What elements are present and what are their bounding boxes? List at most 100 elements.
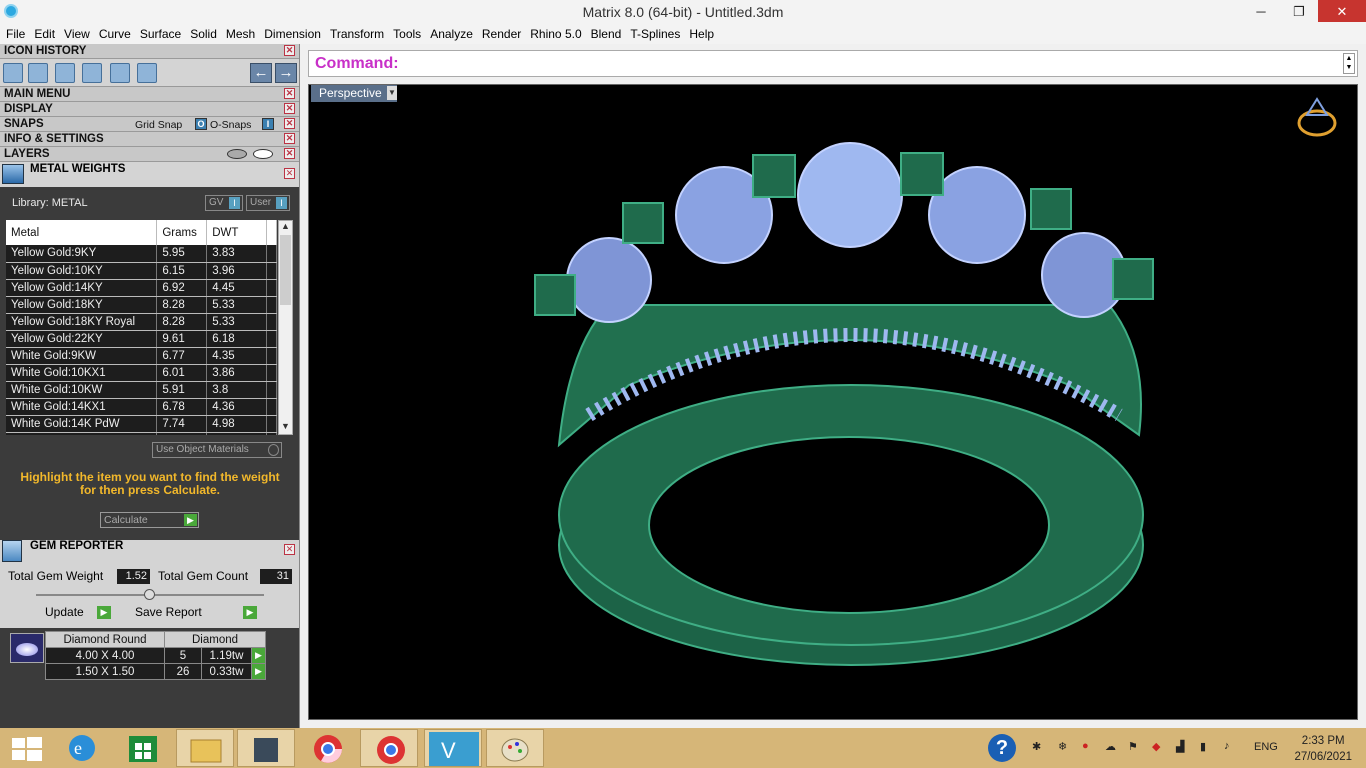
table-row[interactable]: Yellow Gold:22KY 9.61 6.18 (6, 330, 277, 348)
o-snaps-toggle[interactable]: I (262, 118, 274, 130)
close-icon[interactable]: ✕ (284, 118, 295, 129)
table-row[interactable]: White Gold:9KW 6.77 4.35 (6, 347, 277, 365)
help-icon[interactable]: ? (988, 734, 1016, 762)
table-row[interactable]: White Gold:14K PdW 7.74 4.98 (6, 415, 277, 433)
menu-help[interactable]: Help (685, 27, 718, 41)
signal-icon[interactable]: ▟ (1176, 740, 1184, 753)
calculate-button[interactable]: Calculate ▶ (100, 512, 199, 528)
info-settings-header[interactable]: INFO & SETTINGS ✕ (0, 132, 299, 147)
gv-toggle[interactable]: GV I (205, 195, 243, 211)
main-menu-header[interactable]: MAIN MENU ✕ (0, 87, 299, 102)
eye-icon[interactable] (253, 149, 273, 159)
menu-dimension[interactable]: Dimension (260, 27, 325, 41)
table-row[interactable]: Yellow Gold:14KY 6.92 4.45 (6, 279, 277, 297)
table-row[interactable]: Yellow Gold:10KY 6.15 3.96 (6, 262, 277, 280)
scroll-thumb[interactable] (280, 235, 291, 305)
snowflake-icon[interactable]: ❄ (1058, 740, 1067, 753)
menu-file[interactable]: File (2, 27, 29, 41)
forward-arrow-icon[interactable]: → (275, 63, 297, 83)
menu-solid[interactable]: Solid (186, 27, 221, 41)
close-icon[interactable]: ✕ (284, 544, 295, 555)
table-row[interactable]: Yellow Gold:18KY Royal 8.28 5.33 (6, 313, 277, 331)
save-report-button[interactable]: Save Report ▶ (133, 605, 257, 621)
snap-points-icon[interactable] (28, 63, 48, 83)
cloud-icon[interactable]: ☁ (1105, 740, 1116, 753)
menu-surface[interactable]: Surface (136, 27, 185, 41)
column-header-dwt[interactable]: DWT (206, 220, 268, 245)
select-gem-icon[interactable]: ▶ (251, 647, 266, 664)
volume-icon[interactable]: ♪ (1224, 740, 1230, 752)
close-icon[interactable]: ✕ (284, 133, 295, 144)
perspective-viewport[interactable]: Perspective ▼ (308, 84, 1358, 720)
matrix-taskbar-icon[interactable] (237, 729, 295, 767)
record-icon[interactable] (137, 63, 157, 83)
vero-app-icon[interactable]: V (424, 729, 482, 767)
menu-mesh[interactable]: Mesh (222, 27, 259, 41)
close-button[interactable]: ✕ (1318, 0, 1366, 22)
scroll-up-icon[interactable]: ▲ (279, 221, 292, 234)
metal-table-scrollbar[interactable]: ▲ ▼ (278, 220, 293, 435)
update-button[interactable]: Update ▶ (43, 605, 111, 621)
beats-icon[interactable]: ● (1082, 740, 1089, 752)
column-header-metal[interactable]: Metal (6, 220, 158, 245)
menu-rhino[interactable]: Rhino 5.0 (526, 27, 585, 41)
layer-lock-icon[interactable] (227, 149, 247, 159)
scroll-down-icon[interactable]: ▼ (279, 421, 292, 434)
close-icon[interactable]: ✕ (284, 148, 295, 159)
menu-blend[interactable]: Blend (587, 27, 626, 41)
menu-render[interactable]: Render (478, 27, 525, 41)
ring-model[interactable] (309, 85, 1357, 719)
close-icon[interactable]: ✕ (284, 103, 295, 114)
flag-icon[interactable]: ⚑ (1128, 740, 1138, 753)
store-icon[interactable] (115, 729, 173, 767)
gem-slider[interactable] (36, 589, 264, 600)
battery-icon[interactable]: ▮ (1200, 740, 1206, 753)
copy-icon[interactable] (55, 63, 75, 83)
menu-analyze[interactable]: Analyze (426, 27, 477, 41)
minimize-button[interactable]: ─ (1242, 0, 1280, 22)
table-row[interactable]: White Gold:10KW 5.91 3.8 (6, 381, 277, 399)
table-row[interactable]: White Gold:14KW6.915.33 (6, 432, 277, 435)
command-input[interactable] (409, 53, 1329, 73)
menu-tsplines[interactable]: T-Splines (626, 27, 684, 41)
use-object-materials-toggle[interactable]: Use Object Materials (152, 442, 282, 458)
table-row[interactable]: 1.50 X 1.50 26 0.33tw ▶ (45, 663, 266, 680)
snaps-header[interactable]: SNAPS Grid Snap O O-Snaps I ✕ (0, 117, 299, 132)
menu-view[interactable]: View (60, 27, 94, 41)
grid-snap-toggle[interactable]: O (195, 118, 207, 130)
shield-icon[interactable]: ◆ (1152, 740, 1160, 753)
table-row[interactable]: 4.00 X 4.00 5 1.19tw ▶ (45, 647, 266, 664)
table-row[interactable]: White Gold:10KX1 6.01 3.86 (6, 364, 277, 382)
menu-edit[interactable]: Edit (30, 27, 59, 41)
internet-explorer-icon[interactable]: e (54, 729, 112, 767)
table-row[interactable]: Yellow Gold:9KY 5.95 3.83 (6, 245, 277, 263)
paint-icon[interactable] (486, 729, 544, 767)
menu-transform[interactable]: Transform (326, 27, 388, 41)
slider-handle[interactable] (144, 589, 155, 600)
user-toggle[interactable]: User I (246, 195, 290, 211)
layers-header[interactable]: LAYERS ✕ (0, 147, 299, 162)
command-scroll[interactable]: ▲ ▼ (1343, 53, 1355, 74)
menu-tools[interactable]: Tools (389, 27, 425, 41)
close-icon[interactable]: ✕ (284, 168, 295, 179)
select-gem-icon[interactable]: ▶ (251, 663, 266, 680)
table-row[interactable]: Yellow Gold:18KY 8.28 5.33 (6, 296, 277, 314)
chrome-icon-2[interactable] (360, 729, 418, 767)
file-explorer-icon[interactable] (176, 729, 234, 767)
column-header-grams[interactable]: Grams (156, 220, 208, 245)
save-icon[interactable] (3, 63, 23, 83)
close-icon[interactable]: ✕ (284, 88, 295, 99)
clock[interactable]: 2:33 PM 27/06/2021 (1294, 733, 1352, 765)
menu-curve[interactable]: Curve (95, 27, 135, 41)
table-row[interactable]: White Gold:14KX1 6.78 4.36 (6, 398, 277, 416)
back-arrow-icon[interactable]: ← (250, 63, 272, 83)
gem-report-icon[interactable] (110, 63, 130, 83)
display-header[interactable]: DISPLAY ✕ (0, 102, 299, 117)
start-button[interactable] (0, 729, 58, 767)
metal-weight-icon[interactable] (82, 63, 102, 83)
maximize-button[interactable]: ❐ (1280, 0, 1318, 22)
language-indicator[interactable]: ENG (1254, 741, 1278, 753)
close-icon[interactable]: ✕ (284, 45, 295, 56)
icon-history-header[interactable]: ICON HISTORY ✕ (0, 44, 299, 59)
network-share-icon[interactable]: ✱ (1032, 740, 1041, 753)
